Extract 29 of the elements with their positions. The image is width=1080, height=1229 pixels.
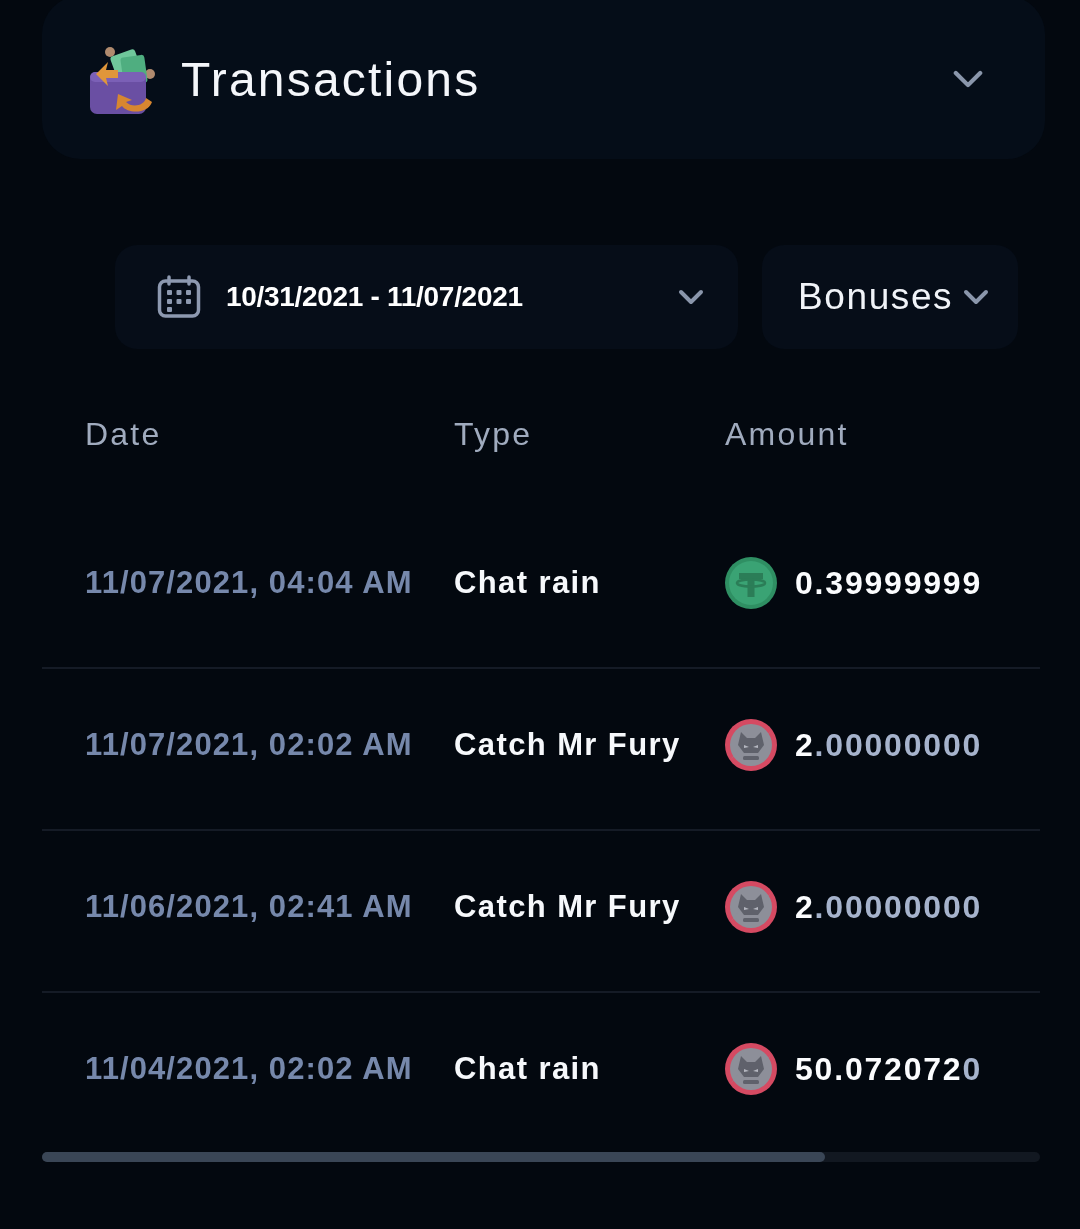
coin-icon — [725, 1043, 777, 1095]
type-cell-text: Catch Mr Fury — [454, 888, 682, 926]
scrollbar-thumb[interactable] — [42, 1152, 826, 1162]
date-cell-text: 11/06/2021, 02:41 AM — [85, 888, 414, 926]
amount-value: 50.0720720 — [795, 1050, 983, 1089]
chevron-down-icon — [678, 289, 704, 305]
chevron-down-icon[interactable] — [953, 70, 983, 89]
calendar-icon — [157, 275, 201, 319]
chevron-down-icon — [963, 289, 990, 305]
amount-value: 2.00000000 — [795, 888, 983, 927]
column-header: Amount — [725, 415, 850, 453]
date-cell-text: 11/07/2021, 04:04 AM — [85, 564, 414, 602]
coin-icon — [725, 557, 777, 609]
type-cell-text: Chat rain — [454, 1050, 602, 1088]
type-cell-text: Chat rain — [454, 564, 602, 602]
column-header: Date — [85, 415, 163, 453]
type-cell-text: Catch Mr Fury — [454, 726, 682, 764]
transactions-header-card[interactable]: Transactions — [42, 0, 1045, 159]
date-range-dropdown[interactable]: 10/31/2021 - 11/07/2021 — [115, 245, 738, 349]
horizontal-scrollbar[interactable] — [42, 1152, 1040, 1162]
coin-icon — [725, 881, 777, 933]
category-dropdown[interactable]: Bonuses — [762, 245, 1018, 349]
section-title: Transactions — [181, 52, 481, 107]
date-cell-text: 11/07/2021, 02:02 AM — [85, 726, 414, 764]
column-header: Type — [454, 415, 534, 453]
amount-value: 2.00000000 — [795, 726, 983, 765]
date-cell-text: 11/04/2021, 02:02 AM — [85, 1050, 414, 1088]
amount-value: 0.39999999 — [795, 564, 983, 603]
coin-icon — [725, 719, 777, 771]
